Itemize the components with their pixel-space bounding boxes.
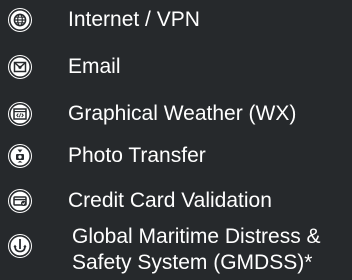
service-item-internet-vpn: Internet / VPN [0, 0, 352, 40]
distress-anchor-icon [6, 232, 34, 260]
service-label-credit-card-validation: Credit Card Validation [68, 189, 272, 212]
service-label-graphical-weather: Graphical Weather (WX) [68, 102, 297, 125]
service-label-gmdss: Global Maritime Distress & Safety System… [72, 224, 321, 276]
service-label-gmdss-line1: Global Maritime Distress & [72, 225, 321, 248]
photo-transfer-icon [6, 142, 34, 170]
service-item-graphical-weather: Graphical Weather (WX) [0, 94, 352, 134]
service-item-credit-card-validation: Credit Card Validation [0, 181, 352, 221]
globe-icon [6, 6, 34, 34]
service-label-email: Email [68, 55, 121, 78]
service-item-gmdss: Global Maritime Distress & Safety System… [0, 222, 352, 278]
service-item-email: Email [0, 47, 352, 87]
service-label-gmdss-line2: Safety System (GMDSS)* [72, 251, 313, 274]
credit-card-icon [6, 187, 34, 215]
service-item-photo-transfer: Photo Transfer [0, 136, 352, 176]
service-label-photo-transfer: Photo Transfer [68, 144, 206, 167]
weather-window-icon [6, 100, 34, 128]
service-list: Internet / VPN Email Graphical Weather (… [0, 0, 352, 280]
service-label-internet-vpn: Internet / VPN [68, 8, 200, 31]
email-icon [6, 53, 34, 81]
